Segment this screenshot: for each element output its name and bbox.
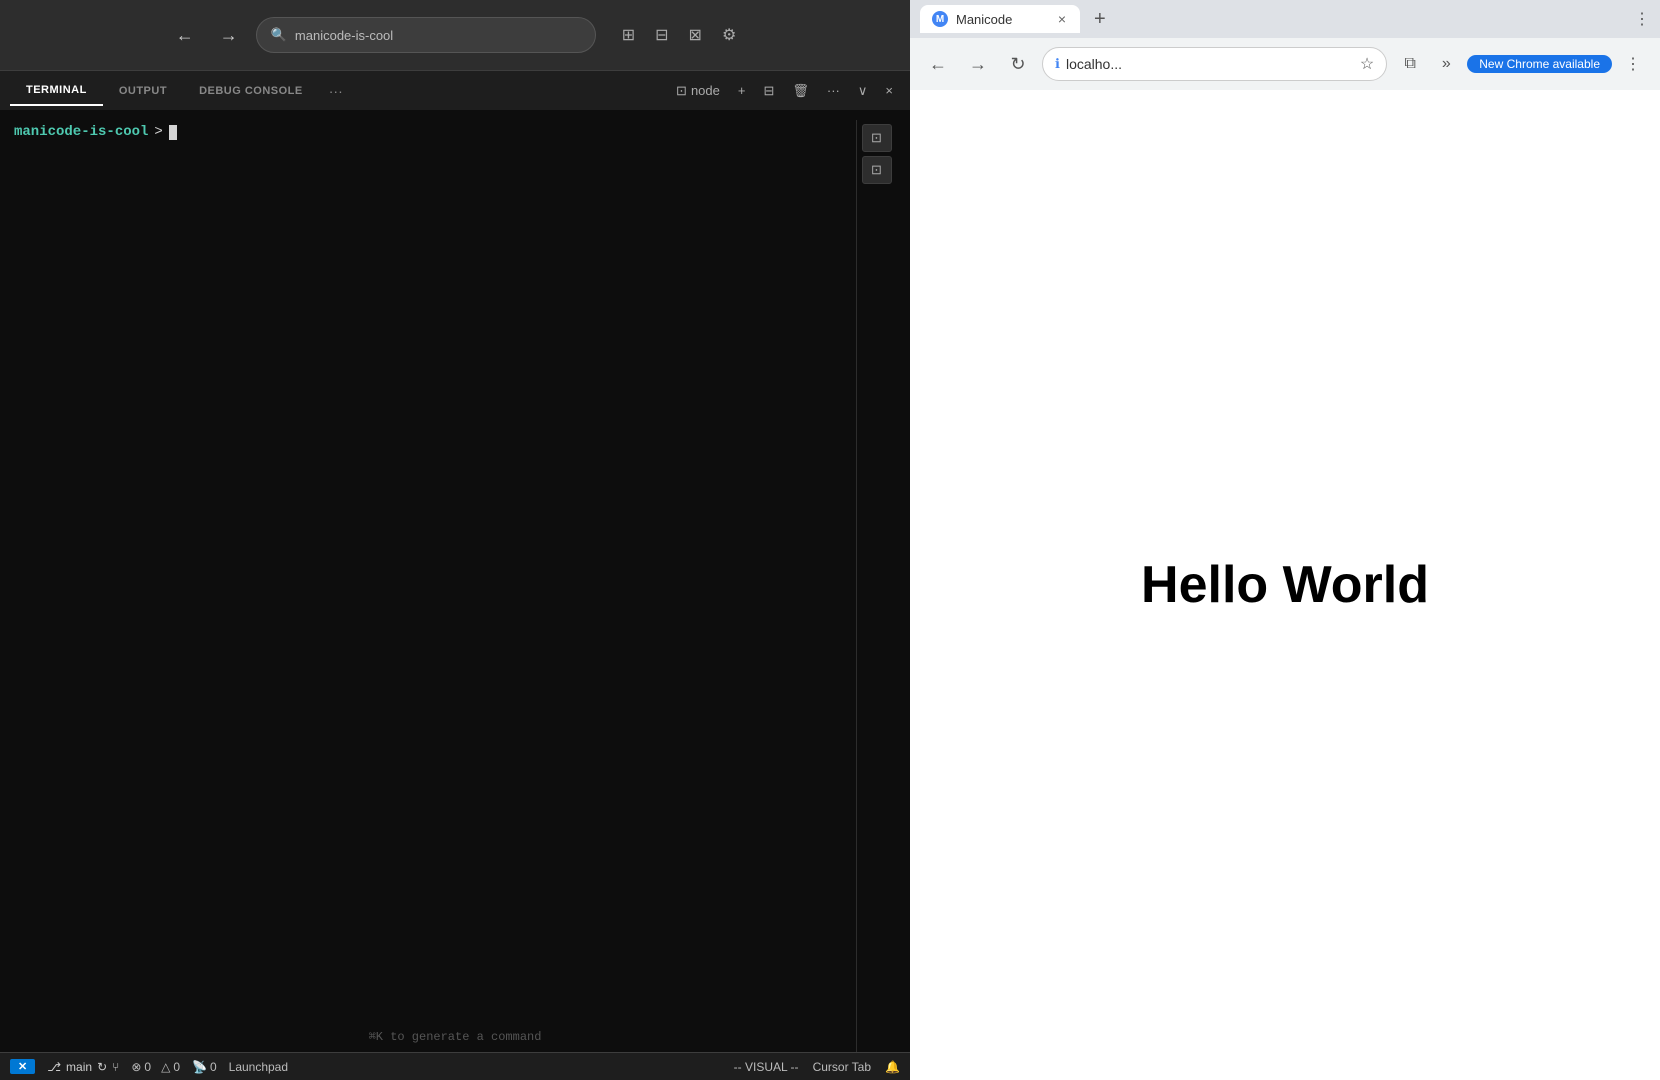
split-editor-button[interactable]: ⊟ (649, 21, 674, 49)
search-icon: 🔍 (271, 27, 287, 43)
back-button[interactable]: ← (168, 21, 202, 50)
chrome-browser: M Manicode × + ⋮ ← → ↻ ℹ localho... ☆ ⧉ … (910, 0, 1660, 1080)
visual-mode-label: -- VISUAL -- (734, 1060, 799, 1074)
delete-terminal-button[interactable]: 🗑 (785, 79, 816, 103)
error-count[interactable]: ⊗ 0 (131, 1060, 151, 1074)
panel-tab-right: ⊡ node + ⊟ 🗑 ··· ∨ × (669, 79, 900, 103)
tab-title: Manicode (956, 12, 1012, 27)
chrome-address-bar[interactable]: ℹ localho... ☆ (1042, 47, 1387, 81)
toggle-panel-button[interactable]: ⊞ (616, 21, 641, 49)
new-tab-button[interactable]: + (1086, 6, 1114, 33)
terminal-icon: ⊡ (676, 83, 687, 99)
close-panel-button[interactable]: × (878, 79, 900, 102)
tab-debug-console[interactable]: DEBUG CONSOLE (183, 77, 319, 105)
extension-icon: ✕ (18, 1061, 27, 1073)
broadcast-count[interactable]: 📡 0 (192, 1060, 217, 1074)
warning-number: 0 (173, 1060, 180, 1074)
chrome-titlebar: M Manicode × + ⋮ (910, 0, 1660, 38)
security-icon: ℹ (1055, 56, 1060, 72)
extensions-button[interactable]: ⧉ (1395, 49, 1425, 79)
git-branch-label: main (66, 1060, 92, 1074)
chrome-menu-button[interactable]: ⋮ (1634, 9, 1650, 29)
cursor-tab-label: Cursor Tab (813, 1060, 871, 1074)
vscode-panel: ← → 🔍 manicode-is-cool ⊞ ⊟ ⊠ ⚙ TERMINAL … (0, 0, 910, 1080)
status-errors: ⊗ 0 △ 0 (131, 1060, 180, 1074)
tab-close-button[interactable]: × (1056, 11, 1068, 27)
chrome-back-button[interactable]: ← (922, 48, 954, 80)
prompt-path: manicode-is-cool (14, 124, 148, 140)
bookmark-star-icon[interactable]: ☆ (1360, 54, 1374, 74)
panel-tabs: TERMINAL OUTPUT DEBUG CONSOLE ··· ⊡ node… (0, 70, 910, 110)
terminal-side-btn-1[interactable]: ⊡ (862, 124, 892, 152)
tab-terminal[interactable]: TERMINAL (10, 76, 103, 106)
add-terminal-button[interactable]: + (731, 79, 753, 102)
chrome-tab-manicode[interactable]: M Manicode × (920, 5, 1080, 33)
split-terminal-button[interactable]: ⊟ (756, 79, 781, 103)
new-chrome-banner[interactable]: New Chrome available (1467, 55, 1612, 73)
branch-badge[interactable]: ✕ (10, 1059, 35, 1074)
branch-icon: ⎇ (47, 1060, 61, 1074)
launchpad-label: Launchpad (229, 1060, 288, 1074)
chrome-forward-button[interactable]: → (962, 48, 994, 80)
terminal-sidebar: ⊡ ⊡ (856, 120, 896, 1070)
status-bar: ✕ ⎇ main ↻ ⑂ ⊗ 0 △ 0 📡 0 (0, 1052, 910, 1080)
node-label: node (691, 83, 720, 98)
git-status[interactable]: ⎇ main ↻ ⑂ (47, 1060, 119, 1074)
warning-count[interactable]: △ 0 (161, 1060, 180, 1074)
sync-icon: ↻ (97, 1060, 107, 1074)
terminal-main: manicode-is-cool > (14, 120, 856, 1070)
vscode-topbar: ← → 🔍 manicode-is-cool ⊞ ⊟ ⊠ ⚙ (0, 0, 910, 70)
fork-icon: ⑂ (112, 1060, 119, 1074)
prompt-arrow: > (154, 124, 162, 140)
launchpad-item[interactable]: Launchpad (229, 1060, 288, 1074)
broadcast-number: 0 (210, 1060, 217, 1074)
terminal-prompt: manicode-is-cool > (14, 124, 856, 140)
tab-output[interactable]: OUTPUT (103, 77, 183, 105)
chrome-address-text: localho... (1066, 56, 1354, 72)
toolbar-icons: ⊞ ⊟ ⊠ ⚙ (616, 21, 743, 49)
more-actions-button[interactable]: ··· (820, 79, 847, 102)
chrome-kebab-button[interactable]: ⋮ (1618, 49, 1648, 79)
settings-button[interactable]: ⚙ (716, 21, 742, 49)
broadcast-icon: 📡 (192, 1060, 207, 1074)
toggle-sidebar-button[interactable]: ⊠ (683, 21, 708, 49)
chrome-navbar: ← → ↻ ℹ localho... ☆ ⧉ » New Chrome avai… (910, 38, 1660, 90)
chrome-reload-button[interactable]: ↻ (1002, 48, 1034, 80)
run-node-button[interactable]: ⊡ node (669, 79, 727, 103)
address-bar[interactable]: 🔍 manicode-is-cool (256, 17, 596, 53)
tab-favicon: M (932, 11, 948, 27)
status-right: -- VISUAL -- Cursor Tab 🔔 (734, 1060, 900, 1074)
warning-icon: △ (161, 1060, 170, 1074)
forward-button[interactable]: → (212, 21, 246, 50)
more-nav-button[interactable]: » (1431, 49, 1461, 79)
tab-more[interactable]: ··· (319, 75, 353, 107)
terminal-hint: ⌘K to generate a command (369, 1029, 542, 1044)
hello-world-heading: Hello World (1141, 555, 1429, 615)
address-text: manicode-is-cool (295, 28, 393, 43)
status-left: ✕ ⎇ main ↻ ⑂ ⊗ 0 △ 0 📡 0 (10, 1059, 288, 1074)
error-number: 0 (144, 1060, 151, 1074)
bell-icon[interactable]: 🔔 (885, 1060, 900, 1074)
error-icon: ⊗ (131, 1060, 141, 1074)
chrome-right-icons: ⧉ » New Chrome available ⋮ (1395, 49, 1648, 79)
chrome-content: Hello World (910, 90, 1660, 1080)
collapse-panel-button[interactable]: ∨ (851, 79, 875, 103)
terminal-content[interactable]: manicode-is-cool > ⊡ ⊡ ⌘K to generate a … (0, 110, 910, 1080)
terminal-side-btn-2[interactable]: ⊡ (862, 156, 892, 184)
terminal-cursor (169, 125, 177, 140)
